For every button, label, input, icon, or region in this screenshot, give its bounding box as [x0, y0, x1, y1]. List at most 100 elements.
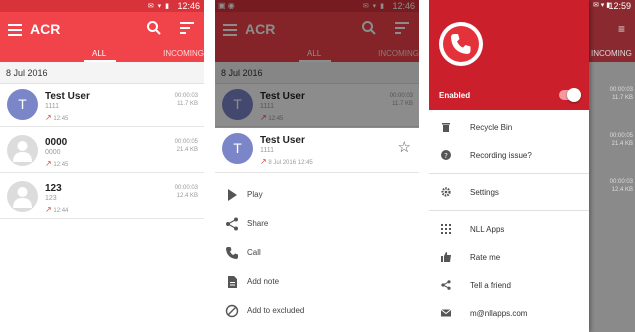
action-share[interactable]: Share — [215, 210, 419, 239]
date-header: 8 Jul 2016 — [0, 62, 204, 84]
drawer-item-label: Recycle Bin — [470, 123, 513, 132]
call-row[interactable]: 0000 0000 ↗ 12:45 00:00:05 21.4 KB — [0, 130, 204, 173]
share-icon — [441, 280, 451, 290]
divider — [429, 173, 589, 174]
gear-icon — [441, 187, 451, 197]
avatar: T — [222, 133, 253, 164]
app-title: ACR — [30, 21, 61, 37]
call-time-row: ↗ 12:45 — [45, 113, 68, 122]
outgoing-arrow-icon: ↗ — [45, 159, 52, 168]
call-duration: 00:00:03 — [174, 185, 198, 191]
app-bar: ACR ALL INCOMING — [0, 12, 204, 62]
divider — [429, 210, 589, 211]
call-number: 1111 — [45, 103, 60, 110]
sort-icon: ≡ — [617, 22, 625, 36]
action-label: Add note — [247, 277, 280, 286]
sheet-name: Test User — [260, 135, 305, 146]
sheet-number: 1111 — [260, 147, 275, 154]
drawer-item-label: Tell a friend — [470, 281, 511, 290]
call-meta: 00:00:05 21.4 KB — [175, 138, 198, 154]
call-name: Test User — [45, 91, 90, 102]
dimmed-background[interactable]: 12:59 ✉ ▾ ▮ ≡ INCOMING 00:00:03 11.7 KB 0… — [589, 0, 635, 332]
status-bar: ✉ ▾ ▮ 12:46 — [0, 0, 204, 12]
email-icon — [441, 309, 451, 317]
drawer-item-tell-friend[interactable]: Tell a friend — [429, 272, 589, 300]
call-time: 12:45 — [53, 116, 69, 122]
panel-gap — [419, 0, 429, 332]
sheet-datetime: 8 Jul 2016 12:45 — [268, 160, 313, 166]
call-name: 0000 — [45, 137, 68, 148]
tab-all[interactable]: ALL — [92, 49, 106, 58]
apps-icon — [441, 224, 451, 234]
call-size: 11.7 KB — [177, 101, 198, 107]
phone-icon — [451, 34, 471, 54]
call-row[interactable]: T Test User 1111 ↗ 12:45 00:00:03 11.7 KB — [0, 84, 204, 127]
action-add-note[interactable]: Add note — [215, 268, 419, 297]
drawer-header: Enabled — [429, 0, 589, 110]
call-meta: 00:00:03 12.4 KB — [609, 179, 633, 193]
call-duration: 00:00:05 — [174, 139, 198, 145]
sort-icon[interactable] — [180, 22, 194, 34]
call-list-screen: ✉ ▾ ▮ 12:46 ACR ALL INCOMING 8 Jul 2016 … — [0, 0, 204, 332]
panel-gap — [204, 0, 215, 332]
outgoing-arrow-icon: ↗ — [45, 113, 52, 122]
call-number: 0000 — [45, 149, 61, 156]
star-icon[interactable]: ☆ — [398, 138, 411, 156]
call-icon — [226, 247, 238, 259]
tab-incoming[interactable]: INCOMING — [163, 49, 204, 58]
svg-text:?: ? — [444, 152, 448, 160]
call-meta: 00:00:05 21.4 KB — [609, 133, 633, 147]
drawer-item-recycle-bin[interactable]: Recycle Bin — [429, 114, 589, 142]
person-icon — [13, 141, 32, 162]
call-time-row: ↗ 12:45 — [45, 159, 68, 168]
tab-incoming: INCOMING — [591, 49, 632, 58]
enabled-toggle[interactable] — [559, 88, 581, 102]
action-label: Add to excluded — [247, 306, 305, 315]
navigation-drawer-screen: 12:59 ✉ ▾ ▮ ≡ INCOMING 00:00:03 11.7 KB 0… — [429, 0, 635, 332]
call-size: 21.4 KB — [176, 147, 198, 153]
enabled-label: Enabled — [439, 91, 471, 100]
call-time-row: ↗ 12:44 — [45, 205, 68, 214]
call-time: 12:45 — [53, 162, 69, 168]
sheet-header: T Test User 1111 ↗ 8 Jul 2016 12:45 ☆ — [215, 128, 419, 173]
drawer-item-email[interactable]: m@nllapps.com — [429, 300, 589, 328]
call-actions-screen: ▣ ◉ ✉ ▾ ▮ 12:46 ACR ALL INCOMING 8 Jul 2… — [215, 0, 419, 332]
avatar — [7, 135, 38, 166]
thumbs-up-icon — [441, 252, 451, 262]
nav-drawer: Enabled Recycle Bin ? Recording issue? S… — [429, 0, 589, 332]
action-label: Call — [247, 248, 261, 257]
screenshot-collage: ✉ ▾ ▮ 12:46 ACR ALL INCOMING 8 Jul 2016 … — [0, 0, 635, 332]
note-icon — [228, 276, 237, 288]
play-icon — [228, 189, 237, 201]
drawer-item-label: Recording issue? — [470, 151, 532, 160]
menu-icon[interactable] — [8, 24, 22, 36]
search-icon[interactable] — [146, 20, 162, 36]
share-icon — [226, 217, 238, 231]
call-meta: 00:00:03 11.7 KB — [609, 87, 633, 101]
drawer-item-nll-apps[interactable]: NLL Apps — [429, 216, 589, 244]
call-row[interactable]: 123 123 ↗ 12:44 00:00:03 12.4 KB — [0, 176, 204, 219]
drawer-item-label: NLL Apps — [470, 225, 505, 234]
drawer-item-label: m@nllapps.com — [470, 309, 528, 318]
app-logo — [439, 22, 483, 66]
action-add-excluded[interactable]: Add to excluded — [215, 297, 419, 326]
action-label: Play — [247, 190, 263, 199]
drawer-item-rate-me[interactable]: Rate me — [429, 244, 589, 272]
avatar — [7, 181, 38, 212]
sheet-datetime-row: ↗ 8 Jul 2016 12:45 — [260, 157, 313, 166]
call-meta: 00:00:03 12.4 KB — [175, 184, 198, 200]
status-icons: ✉ ▾ ▮ — [147, 3, 170, 10]
outgoing-arrow-icon: ↗ — [45, 205, 52, 214]
action-label: Share — [247, 219, 269, 228]
help-icon: ? — [441, 150, 451, 160]
call-duration: 00:00:03 — [174, 93, 198, 99]
call-number: 123 — [45, 195, 57, 202]
action-call[interactable]: Call — [215, 239, 419, 268]
call-time: 12:44 — [53, 208, 69, 214]
drawer-item-label: Settings — [470, 188, 499, 197]
person-icon — [13, 187, 32, 208]
drawer-item-settings[interactable]: Settings — [429, 179, 589, 207]
drawer-item-recording-issue[interactable]: ? Recording issue? — [429, 142, 589, 170]
action-play[interactable]: Play — [215, 181, 419, 210]
status-icons: ✉ ▾ ▮ — [593, 2, 611, 9]
